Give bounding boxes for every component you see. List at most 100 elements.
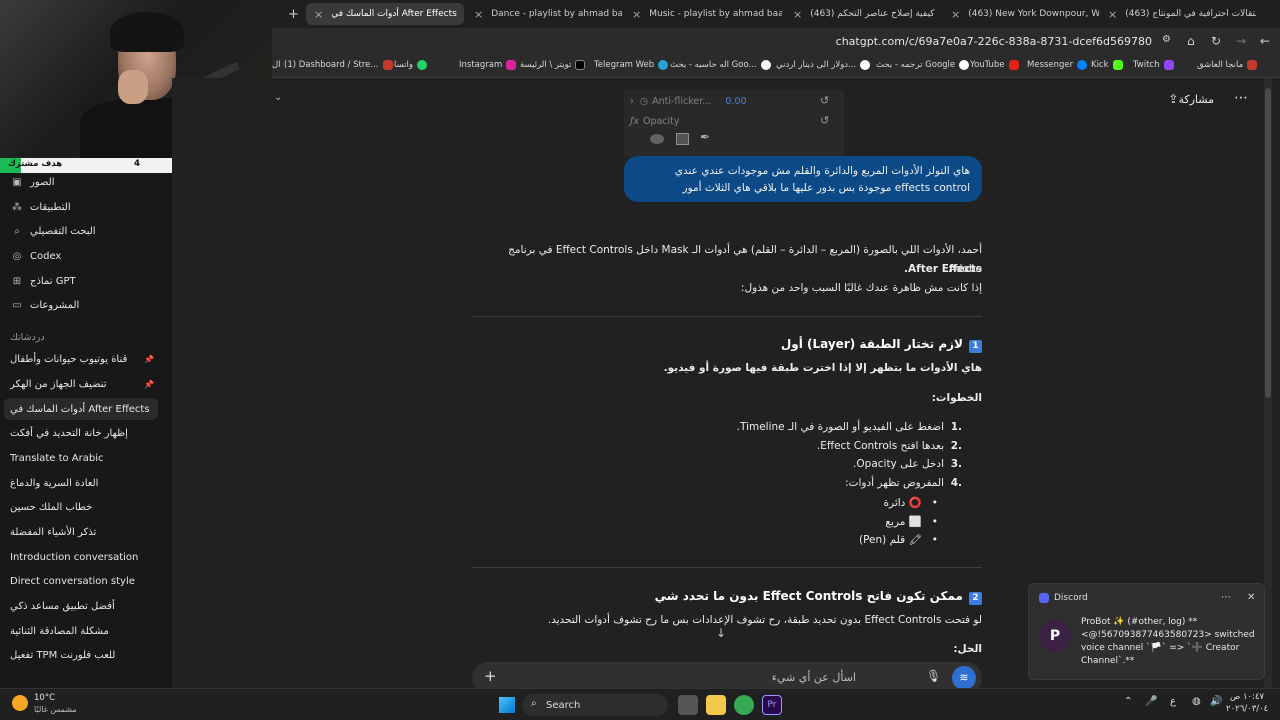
chat-item-active[interactable]: أدوات الماسك في After Effects — [4, 398, 158, 420]
chat-item[interactable]: قناة يوتيوب حيوانات وأطفال 📌 — [10, 348, 160, 370]
reset-icon: ↺ — [820, 94, 830, 107]
sidebar-item-gpts[interactable]: ⊞ نماذج GPT — [10, 270, 160, 292]
taskbar-search[interactable]: ⌕ Search — [522, 694, 668, 716]
bookmark[interactable]: اله حاسبه - بحث Goo... — [670, 60, 771, 70]
tray-chevron-icon[interactable]: ⌃ — [1124, 696, 1132, 707]
mic-tray-icon[interactable]: 🎤 — [1145, 696, 1157, 707]
task-view-icon[interactable] — [678, 695, 698, 715]
chat-item[interactable]: تفعيل TPM للعب فلورنت — [10, 644, 160, 666]
weather-temp[interactable]: 10°C — [34, 693, 55, 703]
messenger-icon — [1077, 60, 1088, 70]
plus-icon[interactable]: + — [484, 667, 497, 685]
chat-item[interactable]: Direct conversation style — [10, 570, 160, 592]
browser-tab-active[interactable]: × أدوات الماسك في After Effects — [306, 3, 464, 25]
windows-start-icon[interactable] — [499, 697, 515, 713]
keycap-number: 1 — [969, 340, 982, 353]
language-indicator[interactable]: ع — [1170, 696, 1176, 707]
chat-item[interactable]: تنضيف الجهاز من الهكر 📌 — [10, 373, 160, 395]
file-explorer-icon[interactable] — [706, 695, 726, 715]
more-options-icon[interactable]: ⋯ — [1234, 90, 1248, 106]
browser-tab[interactable]: × Music - playlist by ahmad baa — [624, 3, 782, 25]
close-tab-icon[interactable]: × — [1108, 8, 1117, 21]
chat-item[interactable]: أفضل تطبيق مساعد ذكي — [10, 595, 160, 617]
scrollbar[interactable] — [1264, 78, 1272, 688]
chat-item[interactable]: Translate to Arabic — [10, 447, 160, 469]
codex-icon: ◎ — [12, 250, 22, 262]
more-options-icon[interactable]: ⋯ — [1221, 592, 1231, 603]
clock-time[interactable]: ١٠:٤٧ ص — [1230, 692, 1264, 702]
voice-mode-button[interactable]: ≋ — [952, 666, 976, 690]
discord-notification[interactable]: Discord ⋯ ✕ P ProBot ✨ (#other, log) **<… — [1028, 583, 1265, 680]
apps-icon: ⁂ — [12, 201, 22, 213]
sidebar-item-research[interactable]: ⌕ البحث التفصيلي — [10, 220, 160, 242]
bookmark[interactable]: ترجمه - بحث Google — [876, 60, 970, 70]
goal-current: 4 — [134, 159, 140, 169]
bookmark[interactable]: ال — [272, 60, 281, 70]
bookmark[interactable]: Instagram — [459, 60, 517, 70]
close-tab-icon[interactable]: × — [314, 8, 323, 21]
fx-icon: ƒx — [630, 116, 639, 127]
network-icon[interactable]: ◍ — [1192, 696, 1201, 707]
sidebar-item-images[interactable]: ▣ الصور — [10, 171, 160, 193]
browser-tab[interactable]: ×(463) New York Downpour, Walking — [943, 3, 1099, 25]
bookmark[interactable]: Telegram Web — [594, 60, 669, 70]
ae-opacity: Opacity — [642, 116, 680, 127]
clock-date[interactable]: ٢٠٢٦/٠٣/٠٤ — [1226, 704, 1268, 714]
chat-item[interactable]: خطاب الملك حسين — [10, 496, 160, 518]
bookmark[interactable]: دولار الى دينار اردني... — [776, 60, 871, 70]
composer-placeholder[interactable]: اسأل عن أي شيء — [772, 671, 856, 684]
scrollbar-thumb[interactable] — [1265, 88, 1271, 398]
bookmark[interactable]: Kick — [1091, 60, 1123, 70]
bookmark[interactable]: Messenger — [1027, 60, 1088, 70]
bookmark[interactable]: تويتر \ الرئيسة — [520, 60, 586, 70]
bullet-item: • ⭕ دائرة — [883, 497, 938, 509]
square-emoji-icon: ⬜ — [908, 516, 922, 528]
volume-icon[interactable]: 🔊 — [1210, 696, 1222, 707]
share-button[interactable]: ⇪ مشاركة — [1162, 92, 1214, 106]
home-icon[interactable]: ⌂ — [1187, 34, 1195, 48]
sidebar-item-apps[interactable]: ⁂ التطبيقات — [10, 196, 160, 218]
chat-item[interactable]: العادة السرية والدماغ — [10, 472, 160, 494]
forward-icon[interactable]: → — [1236, 34, 1246, 48]
premiere-pro-icon[interactable]: Pr — [762, 695, 782, 715]
close-tab-icon[interactable]: × — [793, 8, 802, 21]
bookmark[interactable]: YouTube — [970, 60, 1019, 70]
chat-item[interactable]: تذكر الأشياء المفضلة — [10, 521, 160, 543]
close-tab-icon[interactable]: × — [474, 8, 483, 21]
sidebar-item-projects[interactable]: ▭ المشروعات — [10, 294, 160, 316]
bullet-item: • ⬜ مربع — [885, 516, 938, 528]
twitch-icon — [1163, 60, 1174, 70]
chat-item[interactable]: Introduction conversation — [10, 546, 160, 568]
answer-intro-line: إذا كانت مش ظاهرة عندك غالبًا السبب واحد… — [740, 282, 982, 294]
weather-icon — [12, 695, 28, 711]
bookmark[interactable]: مانجا العاشق — [1197, 60, 1258, 70]
folder-icon: ▭ — [12, 299, 22, 311]
chrome-icon[interactable] — [734, 695, 754, 715]
google-icon — [760, 60, 771, 70]
new-tab-button[interactable]: + — [280, 3, 302, 25]
divider — [472, 567, 982, 568]
notification-header: Discord — [1039, 593, 1088, 603]
close-tab-icon[interactable]: × — [951, 8, 960, 21]
back-icon[interactable]: ← — [1260, 34, 1270, 48]
x-icon — [575, 60, 586, 70]
browser-tab[interactable]: × (463) انتقالات احترافية في المونتاج — [1100, 3, 1256, 25]
bookmark[interactable]: (1) Dashboard / Stre... — [284, 60, 393, 70]
bookmark[interactable]: Twitch — [1133, 60, 1174, 70]
telegram-icon — [658, 60, 669, 70]
url-field[interactable]: chatgpt.com/c/69a7e0a7-226c-838a-8731-dc… — [836, 35, 1152, 48]
chat-item[interactable]: مشكلة المصادقة الثنائية — [10, 620, 160, 642]
chat-item[interactable]: إظهار خانة التحديد في أفكت — [10, 422, 160, 444]
collapse-chevron-icon[interactable]: ⌄ — [274, 92, 282, 103]
section-heading: 1لازم تختار الطبقة (Layer) أول — [472, 337, 982, 353]
reload-icon[interactable]: ↻ — [1211, 34, 1221, 48]
site-info-icon[interactable]: ⚙ — [1162, 34, 1171, 45]
close-icon[interactable]: ✕ — [1247, 592, 1255, 603]
sidebar-item-codex[interactable]: ◎ Codex — [10, 245, 160, 267]
close-tab-icon[interactable]: × — [632, 8, 641, 21]
microphone-icon[interactable]: 🎙 — [926, 669, 941, 683]
research-icon: ⌕ — [14, 225, 20, 237]
browser-tab[interactable]: × (463) كيفية إصلاح عناصر التحكم — [785, 3, 941, 25]
scroll-down-icon[interactable]: ↓ — [716, 626, 726, 640]
browser-tab[interactable]: × Dance - playlist by ahmad baa — [466, 3, 622, 25]
